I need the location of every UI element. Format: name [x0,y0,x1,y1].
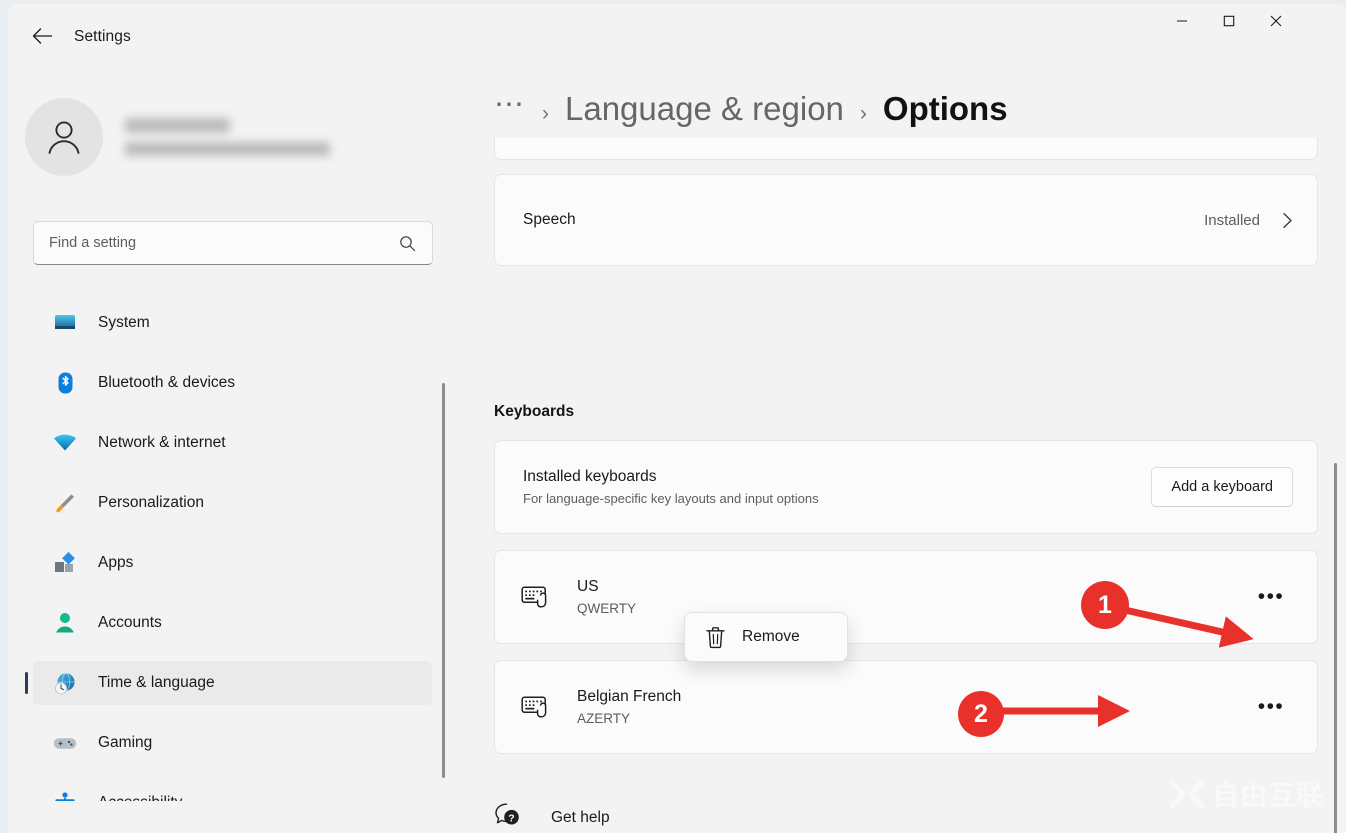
search-box[interactable] [33,221,433,265]
content-scrollbar[interactable] [1334,463,1337,833]
get-help-link[interactable]: ? Get help [494,802,610,833]
context-menu-remove[interactable]: Remove [684,612,848,662]
sidebar-item-apps[interactable]: Apps [33,541,432,585]
keyboard-more-options-button[interactable]: ••• [1253,581,1289,613]
search-icon [399,235,416,252]
breadcrumb-overflow[interactable]: ⋯ [494,93,526,117]
paintbrush-icon [51,492,79,514]
keyboard-row-text: Belgian French AZERTY [577,688,1253,726]
sidebar-item-time-language[interactable]: Time & language [33,661,432,705]
sidebar-item-label: Accessibility [98,794,182,801]
breadcrumb-separator-1: › [542,102,549,126]
app-title: Settings [74,28,131,46]
keyboard-row[interactable]: US QWERTY ••• [494,550,1318,644]
maximize-icon [1223,15,1235,27]
monitor-icon [51,313,79,333]
sidebar-scrollbar[interactable] [442,383,445,778]
sidebar-item-label: Network & internet [98,434,226,452]
sidebar-item-label: Bluetooth & devices [98,374,235,392]
accessibility-icon [51,792,79,801]
profile-name [125,118,230,133]
installed-keyboards-title: Installed keyboards [523,468,1151,486]
installed-keyboards-text: Installed keyboards For language-specifi… [523,468,1151,506]
keyboard-name: US [577,578,1253,596]
main-content: ⋯ › Language & region › Options Speech I… [450,68,1346,833]
person-avatar-icon [42,115,86,159]
sidebar: System Bluetooth & devices [8,68,450,833]
help-bubble-icon: ? [494,802,521,833]
annotation-badge-2: 2 [958,691,1004,737]
maximize-button[interactable] [1205,4,1252,37]
sidebar-item-label: Time & language [98,674,215,692]
add-a-keyboard-button[interactable]: Add a keyboard [1151,467,1293,507]
sidebar-item-label: Apps [98,554,133,572]
installed-keyboards-subtitle: For language-specific key layouts and in… [523,491,1151,506]
sidebar-item-label: Personalization [98,494,204,512]
title-bar: Settings [8,4,1346,68]
keyboard-layout: AZERTY [577,711,1253,726]
avatar [25,98,103,176]
settings-scroll-area: Speech Installed Keyboards Installed key… [450,152,1346,833]
sidebar-item-label: System [98,314,150,332]
keyboard-row-text: US QWERTY [577,578,1253,616]
speech-label: Speech [523,211,1204,229]
settings-window: Settings [8,4,1346,833]
sidebar-item-accessibility[interactable]: Accessibility [33,781,432,801]
breadcrumb-separator-2: › [860,102,867,126]
wifi-icon [51,434,79,452]
search-input[interactable] [49,235,399,251]
bluetooth-icon [51,372,79,394]
sidebar-item-label: Gaming [98,734,152,752]
profile-text [125,118,330,156]
annotation-badge-1: 1 [1081,581,1129,629]
sidebar-item-gaming[interactable]: Gaming [33,721,432,765]
apps-icon [51,552,79,574]
keyboard-icon [521,583,551,611]
chevron-right-icon [1282,212,1293,229]
remove-menu-label: Remove [742,628,800,646]
minimize-button[interactable] [1158,4,1205,37]
sidebar-item-personalization[interactable]: Personalization [33,481,432,525]
close-icon [1270,15,1282,27]
trash-icon [705,626,726,649]
back-button[interactable] [22,18,62,54]
gamepad-icon [51,735,79,752]
breadcrumb-parent[interactable]: Language & region [565,90,844,128]
sidebar-item-network-internet[interactable]: Network & internet [33,421,432,465]
keyboard-more-options-button[interactable]: ••• [1253,691,1289,723]
breadcrumb: ⋯ › Language & region › Options [494,90,1008,142]
keyboard-icon [521,693,551,721]
globe-clock-icon [51,672,79,695]
keyboard-row[interactable]: Belgian French AZERTY ••• [494,660,1318,754]
svg-text:?: ? [508,812,514,824]
back-arrow-icon [32,28,53,44]
page-title: Options [883,90,1008,128]
installed-keyboards-card: Installed keyboards For language-specifi… [494,440,1318,534]
keyboard-name: Belgian French [577,688,1253,706]
sidebar-nav: System Bluetooth & devices [8,301,450,801]
sidebar-item-system[interactable]: System [33,301,432,345]
close-button[interactable] [1252,4,1299,37]
sidebar-item-accounts[interactable]: Accounts [33,601,432,645]
get-help-label: Get help [551,809,610,827]
keyboard-layout: QWERTY [577,601,1253,616]
minimize-icon [1176,15,1188,27]
sidebar-item-label: Accounts [98,614,162,632]
keyboards-heading: Keyboards [494,403,574,421]
speech-card[interactable]: Speech Installed [494,174,1318,266]
profile-email [125,142,330,156]
partial-card-above[interactable] [494,138,1318,160]
profile-card[interactable] [25,92,425,182]
speech-status: Installed [1204,212,1260,229]
sidebar-item-bluetooth-devices[interactable]: Bluetooth & devices [33,361,432,405]
account-icon [51,612,79,634]
